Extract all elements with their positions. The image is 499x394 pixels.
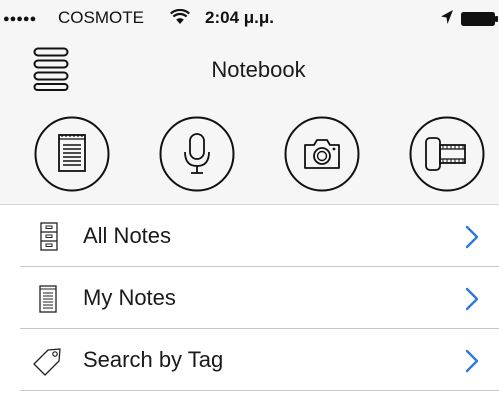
list-item-label: My Notes xyxy=(83,285,176,310)
list-item-label: All Notes xyxy=(83,223,172,248)
signal-strength-indicator: ●●●●● xyxy=(3,13,37,25)
page-title: Notebook xyxy=(211,57,306,82)
list-item-all-notes[interactable]: All Notes xyxy=(0,205,499,267)
new-note-button[interactable] xyxy=(34,116,110,192)
notepad-icon xyxy=(34,116,110,192)
list-item-my-notes[interactable]: My Notes xyxy=(0,267,499,329)
location-arrow-icon xyxy=(440,9,454,25)
notebook-screen: ●●●●● COSMOTE 2:04 μ.μ. Notebook All Not… xyxy=(0,0,499,394)
header: ●●●●● COSMOTE 2:04 μ.μ. Notebook xyxy=(0,0,499,205)
row-divider xyxy=(20,390,499,391)
notepad-icon xyxy=(32,284,64,314)
list-item-search-by-tag[interactable]: Search by Tag xyxy=(0,329,499,391)
hamburger-menu-icon[interactable] xyxy=(33,46,69,92)
film-roll-icon xyxy=(409,116,485,192)
battery-icon xyxy=(461,11,499,26)
microphone-icon xyxy=(159,116,235,192)
status-bar: ●●●●● COSMOTE 2:04 μ.μ. xyxy=(0,0,499,40)
carrier-name: COSMOTE xyxy=(58,8,144,27)
file-cabinet-icon xyxy=(32,222,64,252)
chevron-right-icon xyxy=(464,349,480,373)
tag-icon xyxy=(32,346,64,376)
video-note-button[interactable] xyxy=(409,116,485,192)
chevron-right-icon xyxy=(464,225,480,249)
wifi-icon xyxy=(170,8,190,25)
notes-menu-list: All Notes My Notes Search by Tag xyxy=(0,205,499,391)
list-item-label: Search by Tag xyxy=(83,347,224,372)
status-time: 2:04 μ.μ. xyxy=(205,8,274,27)
chevron-right-icon xyxy=(464,287,480,311)
camera-icon xyxy=(284,116,360,192)
voice-note-button[interactable] xyxy=(159,116,235,192)
photo-note-button[interactable] xyxy=(284,116,360,192)
